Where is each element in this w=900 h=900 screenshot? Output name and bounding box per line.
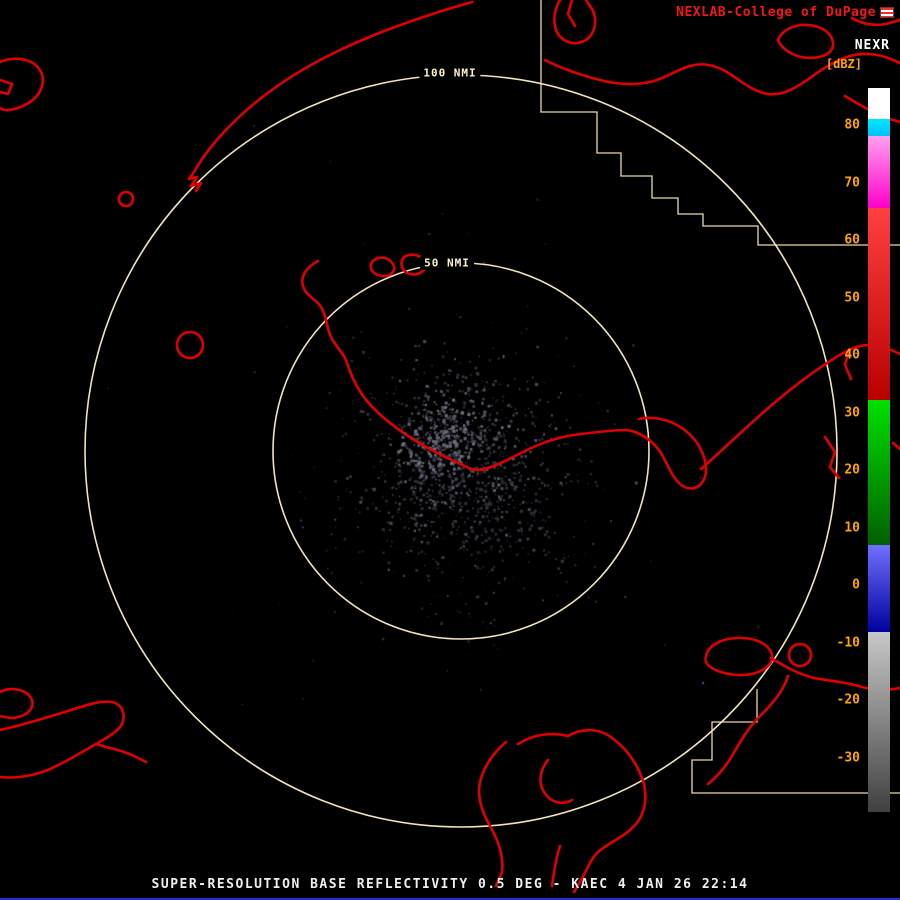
coastline-path: [189, 2, 472, 191]
product-title: SUPER-RESOLUTION BASE REFLECTIVITY 0.5 D…: [0, 877, 900, 892]
colorbar-tick: 10: [844, 520, 860, 535]
coastline-path: [302, 261, 627, 470]
coastline-path: [0, 59, 43, 110]
coastline-path: [705, 638, 772, 675]
coastline-path: [568, 0, 575, 26]
brand: NEXLAB-College of DuPage: [676, 5, 894, 20]
brand-label: NEXLAB-College of DuPage: [676, 5, 876, 20]
coastline-path: [479, 742, 506, 886]
colorbar-tick: -20: [837, 693, 860, 708]
colorbar-segment: [868, 632, 890, 812]
coastline-path: [778, 25, 833, 58]
range-ring-label-100nmi: 100 NMI: [419, 67, 480, 80]
colorbar-tick: 80: [844, 118, 860, 133]
product-code-label: NEXR: [855, 38, 890, 53]
coastline-path: [518, 730, 645, 892]
coastline-path: [893, 443, 900, 449]
colorbar-tick: 40: [844, 348, 860, 363]
radar-display: 100 NMI 50 NMI NEXLAB-College of DuPage …: [0, 0, 900, 900]
coastline-path: [0, 702, 124, 778]
flag-icon: [880, 7, 894, 18]
coastline-path: [541, 760, 572, 803]
colorbar-tick: 60: [844, 233, 860, 248]
coastline-islet: [789, 644, 811, 666]
colorbar-segment: [868, 545, 890, 632]
colorbar-segment: [868, 136, 890, 208]
coastline-path: [0, 80, 12, 94]
colorbar-segment: [868, 88, 890, 119]
coastline-path: [708, 676, 788, 784]
coastline-path: [627, 418, 706, 489]
colorbar-tick: 70: [844, 175, 860, 190]
range-ring-label-50nmi: 50 NMI: [420, 257, 474, 270]
colorbar-segment: [868, 119, 890, 136]
colorbar-tick: -30: [837, 750, 860, 765]
colorbar-tick: 0: [852, 578, 860, 593]
coastline-islet: [177, 332, 203, 358]
coastline-islet: [119, 192, 133, 206]
coastline-path: [0, 689, 32, 718]
range-ring-50nmi: [273, 263, 649, 639]
reflectivity-colorbar: [868, 88, 890, 812]
coastline-path: [371, 258, 394, 276]
map-overlay: [0, 0, 900, 900]
units-label: [dBZ]: [826, 57, 862, 71]
colorbar-tick: 30: [844, 405, 860, 420]
coastline-path: [96, 744, 146, 762]
colorbar-segment: [868, 400, 890, 545]
coastline-path: [554, 0, 595, 43]
colorbar-tick: -10: [837, 635, 860, 650]
colorbar-segment: [868, 208, 890, 400]
coastline-outlines: [0, 0, 900, 892]
colorbar-tick: 50: [844, 290, 860, 305]
colorbar-tick: 20: [844, 463, 860, 478]
